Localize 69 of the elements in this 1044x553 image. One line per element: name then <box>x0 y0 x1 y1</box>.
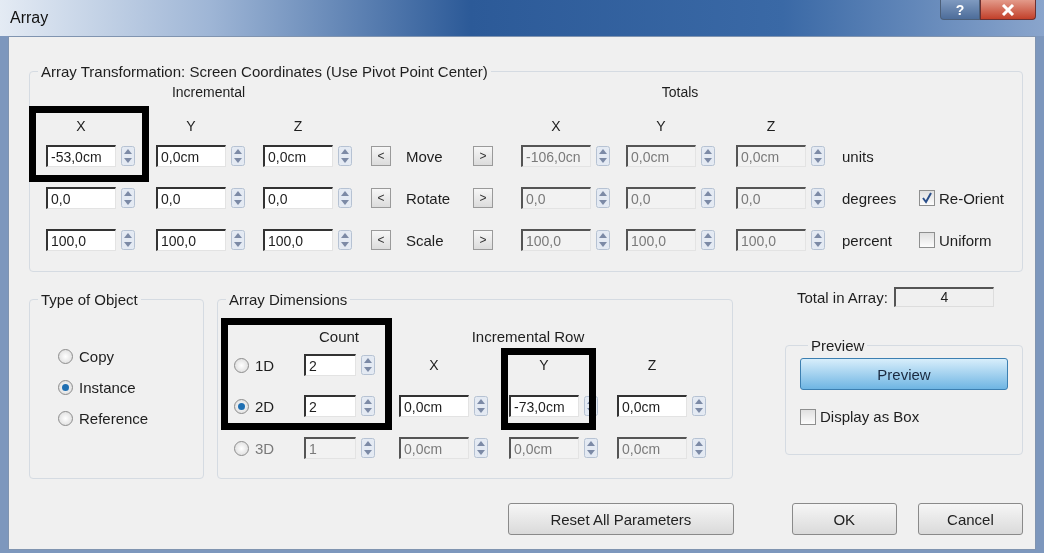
dialog-button[interactable]: OK <box>791 503 897 535</box>
dialog-button[interactable]: Cancel <box>917 503 1023 535</box>
column-header: Y <box>538 357 550 373</box>
unit-label: units <box>841 147 875 165</box>
column-group-label: Totals <box>660 84 700 100</box>
checkbox-label[interactable]: Uniform <box>939 231 992 249</box>
radio-label[interactable]: Copy <box>79 348 115 365</box>
checkbox-label[interactable]: Re-Orient <box>939 189 1005 207</box>
close-icon <box>1001 3 1015 16</box>
checkbox[interactable] <box>800 408 816 425</box>
column-header: Z <box>292 118 304 135</box>
row-label: Move <box>406 147 444 165</box>
copy-right-button[interactable]: > <box>473 146 493 166</box>
help-button[interactable]: ? <box>940 0 980 20</box>
radio-button[interactable] <box>234 398 249 414</box>
input-field[interactable]: 100,0 <box>46 229 116 251</box>
row-label: Scale <box>406 231 445 249</box>
input-field[interactable]: 0,0 <box>263 187 333 209</box>
input-field[interactable]: -73,0cm <box>509 395 579 417</box>
copy-left-button[interactable]: < <box>371 146 391 166</box>
input-field[interactable]: -53,0cm <box>46 145 116 167</box>
column-header: X <box>75 118 87 135</box>
input-field[interactable]: 0,0cm <box>617 395 687 417</box>
input-field[interactable]: 2 <box>304 354 356 376</box>
group-title: Array Dimensions <box>228 291 349 308</box>
input-field[interactable]: 100,0 <box>156 229 226 251</box>
radio-label[interactable]: Reference <box>79 410 149 427</box>
column-group-label: Incremental Row <box>470 328 586 345</box>
group-title: Preview <box>810 337 866 354</box>
copy-right-button[interactable]: > <box>473 188 493 208</box>
radio-button[interactable] <box>58 411 73 426</box>
row-label: Rotate <box>406 189 452 207</box>
radio-button[interactable] <box>58 349 73 364</box>
input-field[interactable]: 0,0cm <box>399 395 469 417</box>
column-header: Z <box>646 357 658 373</box>
unit-label: percent <box>841 231 894 249</box>
radio-label[interactable]: Instance <box>79 379 136 396</box>
checkbox-label[interactable]: Display as Box <box>820 408 920 425</box>
input-field[interactable]: 100,0 <box>263 229 333 251</box>
input-field[interactable]: 2 <box>304 395 356 417</box>
copy-left-button[interactable]: < <box>371 230 391 250</box>
window-title: Array <box>10 9 49 27</box>
column-header: Y <box>655 118 667 135</box>
input-field[interactable]: 0,0cm <box>156 145 226 167</box>
column-header: Count <box>317 328 360 345</box>
group-title: Array Transformation: Screen Coordinates (Use Pivot Point Center) <box>40 63 489 80</box>
column-header: Y <box>185 118 197 135</box>
copy-left-button[interactable]: < <box>371 188 391 208</box>
group-title: Type of Object <box>40 291 139 308</box>
close-button[interactable] <box>980 0 1036 20</box>
radio-button[interactable] <box>58 380 73 395</box>
radio-button[interactable] <box>234 357 249 373</box>
total-label: Total in Array: <box>797 288 888 306</box>
total-field: 4 <box>893 287 994 307</box>
preview-button[interactable]: Preview <box>800 358 1008 390</box>
column-group-label: Incremental <box>170 84 247 100</box>
column-header: X <box>550 118 562 135</box>
column-header: Z <box>765 118 777 135</box>
input-field[interactable]: 0,0cm <box>263 145 333 167</box>
input-field[interactable]: 0,0 <box>156 187 226 209</box>
column-header: X <box>428 357 440 373</box>
copy-right-button[interactable]: > <box>473 230 493 250</box>
checkbox[interactable] <box>919 232 935 248</box>
dialog-button[interactable]: Reset All Parameters <box>508 503 734 535</box>
input-field[interactable]: 0,0 <box>46 187 116 209</box>
checkbox[interactable] <box>919 190 935 206</box>
unit-label: degrees <box>841 189 898 207</box>
radio-label[interactable]: 1D <box>255 356 275 374</box>
radio-label[interactable]: 2D <box>255 397 275 415</box>
